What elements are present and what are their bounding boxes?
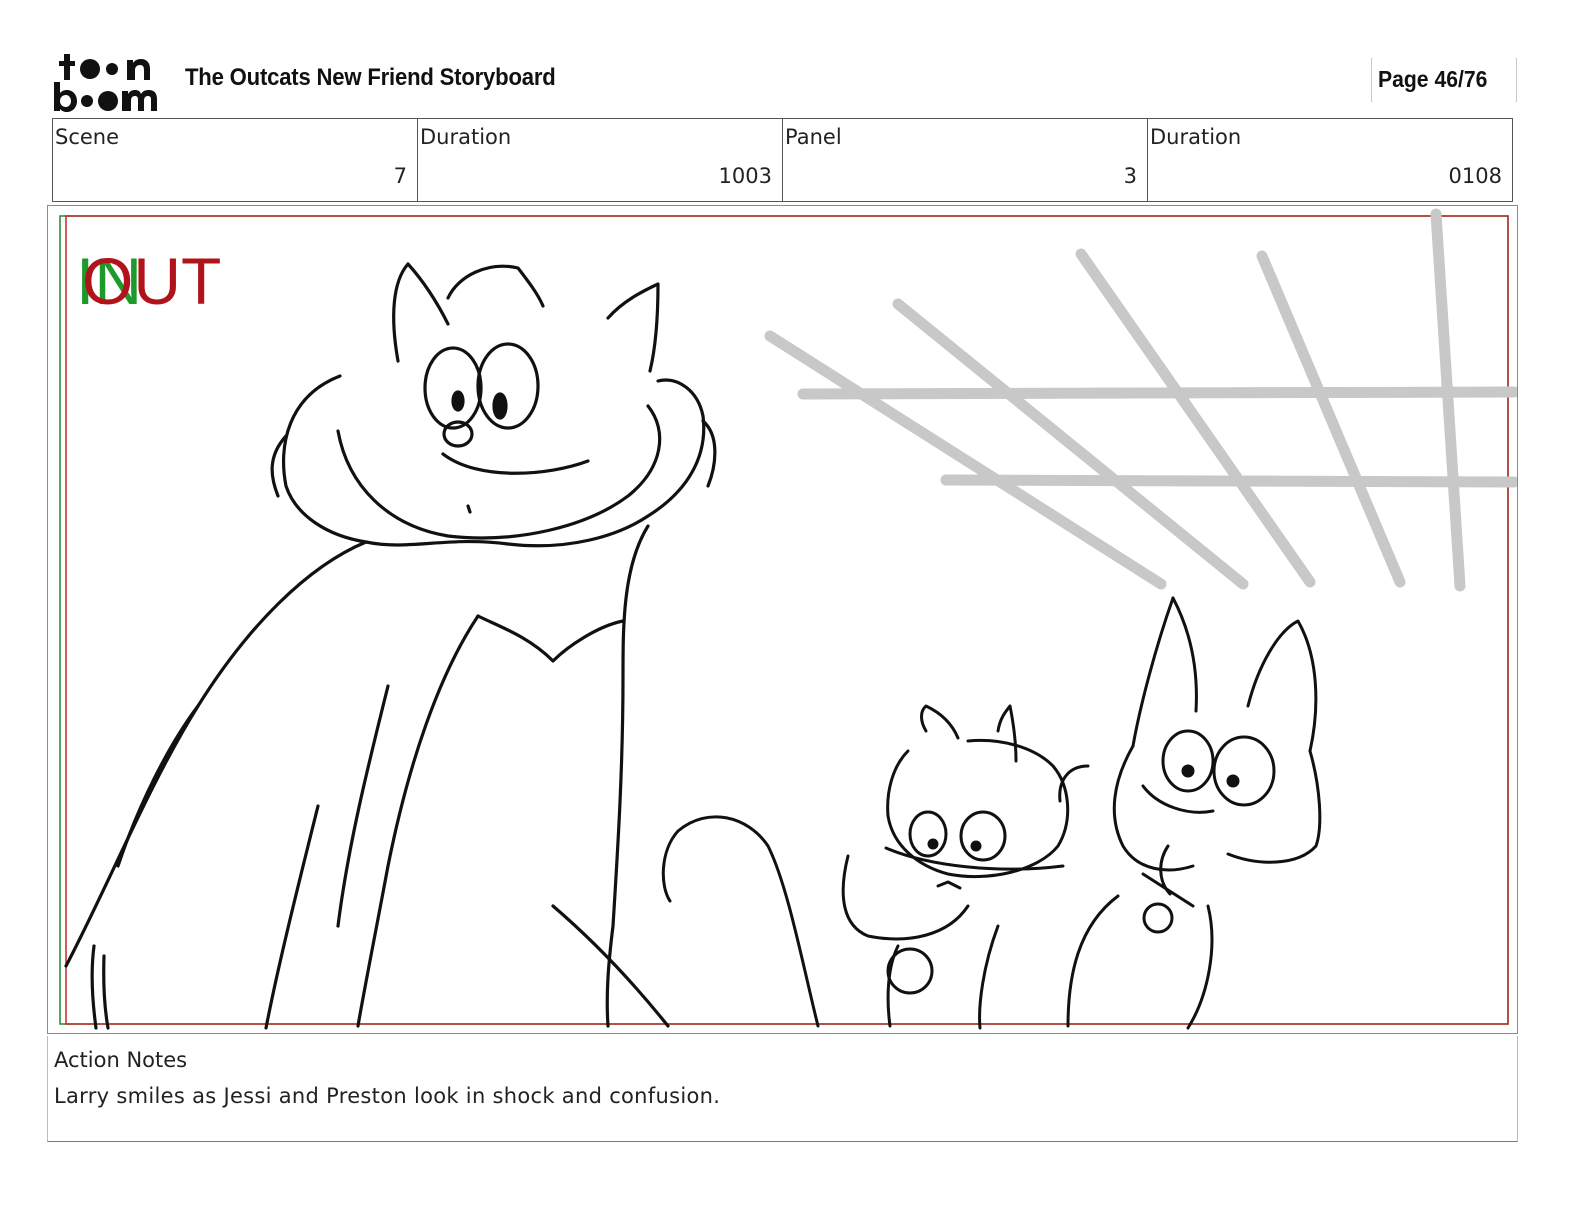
- larry-cat-sketch: [64, 262, 717, 1030]
- panel-duration-cell: Duration 0108: [1148, 119, 1512, 201]
- jessi-preston-sketch: [661, 596, 1322, 1030]
- panel-duration-value: 0108: [1448, 164, 1502, 188]
- panel-duration-label: Duration: [1150, 125, 1242, 149]
- scene-duration-cell: Duration 1003: [418, 119, 783, 201]
- page-number: Page 46/76: [1378, 66, 1488, 92]
- action-notes-label: Action Notes: [54, 1048, 188, 1072]
- action-notes-text: Larry smiles as Jessi and Preston look i…: [54, 1084, 721, 1108]
- panel-drawing: IN OUT: [59, 208, 1517, 1030]
- scene-value: 7: [393, 164, 407, 188]
- scene-cell: Scene 7: [53, 119, 418, 201]
- storyboard-panel: IN OUT: [47, 205, 1518, 1034]
- action-notes-box: Action Notes Larry smiles as Jessi and P…: [47, 1036, 1518, 1142]
- toon-boom-logo: [54, 54, 157, 112]
- scene-label: Scene: [55, 125, 120, 149]
- panel-value: 3: [1123, 164, 1137, 188]
- scene-info-table: Scene 7 Duration 1003 Panel 3 Duration 0…: [52, 118, 1513, 202]
- panel-cell: Panel 3: [783, 119, 1148, 201]
- scene-duration-label: Duration: [420, 125, 512, 149]
- scene-duration-value: 1003: [718, 164, 772, 188]
- window-light-streaks: [764, 208, 1517, 592]
- document-title: The Outcats New Friend Storyboard: [185, 64, 556, 91]
- page-indicator: Page 46/76: [1371, 58, 1517, 102]
- panel-label: Panel: [785, 125, 842, 149]
- out-marker: OUT: [82, 244, 221, 318]
